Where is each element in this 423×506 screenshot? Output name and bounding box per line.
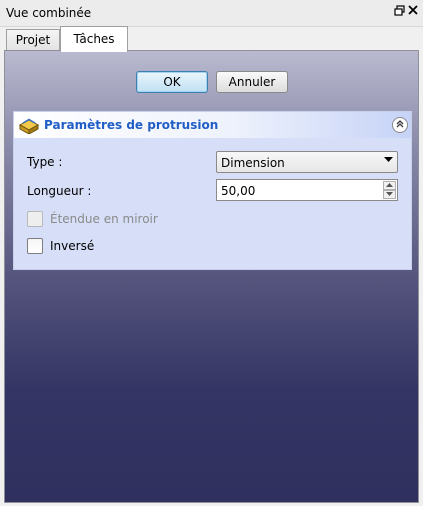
dropdown-arrow-icon [384, 156, 393, 166]
type-label: Type : [27, 155, 63, 169]
reversed-checkbox[interactable] [27, 238, 43, 254]
close-icon[interactable] [407, 5, 419, 19]
pad-icon [18, 116, 40, 137]
mirrored-label: Étendue en miroir [50, 212, 158, 226]
tab-bar: Projet Tâches [4, 26, 419, 52]
tab-projet[interactable]: Projet [6, 29, 60, 51]
restore-icon[interactable] [393, 5, 405, 19]
ok-button[interactable]: OK [136, 71, 208, 93]
type-combobox[interactable]: Dimension [216, 151, 398, 173]
collapse-chevrons-icon[interactable] [392, 117, 408, 133]
task-panel: OK Annuler Paramètres de protrusion Type… [4, 50, 419, 503]
task-header[interactable]: Paramètres de protrusion [14, 112, 411, 138]
dock-title: Vue combinée [6, 6, 92, 20]
task-title: Paramètres de protrusion [44, 118, 219, 132]
tab-label: Tâches [73, 32, 115, 46]
type-value: Dimension [221, 156, 285, 170]
cancel-button[interactable]: Annuler [216, 71, 288, 93]
protrusion-parameters-box: Paramètres de protrusion Type : Dimensio… [13, 111, 412, 270]
reversed-label: Inversé [50, 239, 95, 253]
tab-label: Projet [15, 33, 51, 47]
mirrored-checkbox[interactable] [27, 211, 43, 227]
length-value: 50,00 [221, 184, 256, 198]
tab-taches[interactable]: Tâches [60, 26, 128, 52]
dock-titlebar: Vue combinée [0, 0, 423, 27]
spin-down-icon[interactable] [383, 190, 396, 199]
length-spinbox[interactable]: 50,00 [216, 179, 398, 201]
spin-up-icon[interactable] [383, 181, 396, 190]
length-label: Longueur : [27, 184, 92, 198]
